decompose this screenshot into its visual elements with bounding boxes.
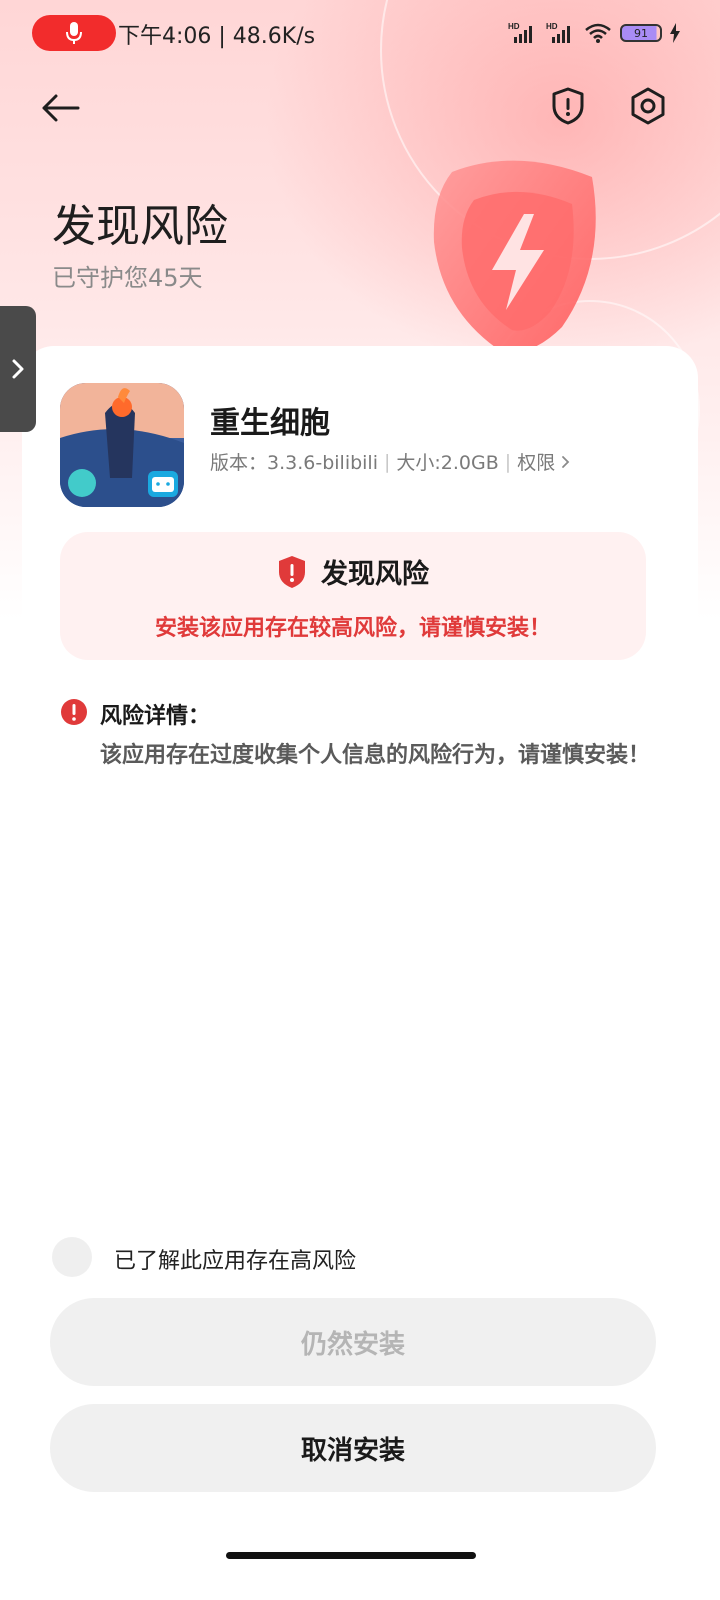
security-report-button[interactable]: [544, 82, 592, 130]
page-title: 发现风险: [52, 201, 228, 252]
chevron-right-icon: [12, 359, 24, 379]
arrow-left-icon: [42, 94, 80, 122]
battery-indicator: 91: [620, 24, 662, 42]
status-time-speed: 下午4:06 | 48.6K/s: [118, 24, 316, 49]
status-bar: 下午4:06 | 48.6K/s HD HD 91: [0, 0, 720, 66]
charging-icon: [670, 23, 680, 43]
install-anyway-button[interactable]: 仍然安装: [50, 1298, 656, 1386]
app-meta: 版本：3.3.6-bilibili | 大小:2.0GB | 权限: [210, 448, 571, 475]
cancel-install-button[interactable]: 取消安装: [50, 1404, 656, 1492]
chevron-right-small-icon: [562, 455, 570, 468]
risk-banner-header: 发现风险: [60, 552, 646, 591]
alert-circle-icon: [61, 699, 87, 725]
hero-shield-icon: [433, 160, 596, 353]
risk-warning-banner: 发现风险 安装该应用存在较高风险，请谨慎安装！: [60, 532, 646, 660]
shield-alert-icon: [552, 87, 584, 125]
svg-text:HD: HD: [546, 22, 558, 31]
settings-button[interactable]: [624, 82, 672, 130]
signal-hd-icon: HD: [508, 22, 532, 43]
app-icon: [60, 383, 184, 507]
risk-banner-description: 安装该应用存在较高风险，请谨慎安装！: [154, 616, 551, 641]
app-version: 版本：3.3.6-bilibili: [210, 452, 378, 474]
app-artwork-icon: [60, 383, 184, 507]
red-shield-alert-icon: [279, 555, 305, 588]
permissions-link[interactable]: 权限: [517, 448, 571, 475]
signal-hd-icon-2: HD: [546, 22, 570, 43]
home-indicator[interactable]: [226, 1552, 476, 1559]
microphone-icon: [66, 22, 82, 44]
app-size: 大小:2.0GB: [396, 452, 499, 474]
back-button[interactable]: [36, 84, 84, 132]
risk-detail-title: 风险详情：: [100, 704, 211, 729]
app-name: 重生细胞: [210, 406, 330, 441]
battery-level: 91: [634, 26, 648, 40]
meta-divider: |: [384, 450, 391, 473]
recording-indicator[interactable]: [32, 15, 116, 51]
status-icons: HD HD 91: [508, 18, 680, 48]
wifi-icon: [585, 23, 611, 43]
protection-days: 已守护您45天: [52, 264, 203, 292]
gear-icon: [631, 87, 665, 125]
side-panel-handle[interactable]: [0, 306, 36, 432]
acknowledge-checkbox[interactable]: [52, 1237, 92, 1277]
permissions-label: 权限: [517, 452, 556, 474]
acknowledge-label[interactable]: 已了解此应用存在高风险: [114, 1243, 356, 1275]
svg-text:HD: HD: [508, 22, 520, 31]
risk-detail-text: 该应用存在过度收集个人信息的风险行为，请谨慎安装！: [100, 743, 651, 768]
risk-banner-title: 发现风险: [321, 559, 429, 590]
meta-divider-2: |: [504, 450, 512, 473]
